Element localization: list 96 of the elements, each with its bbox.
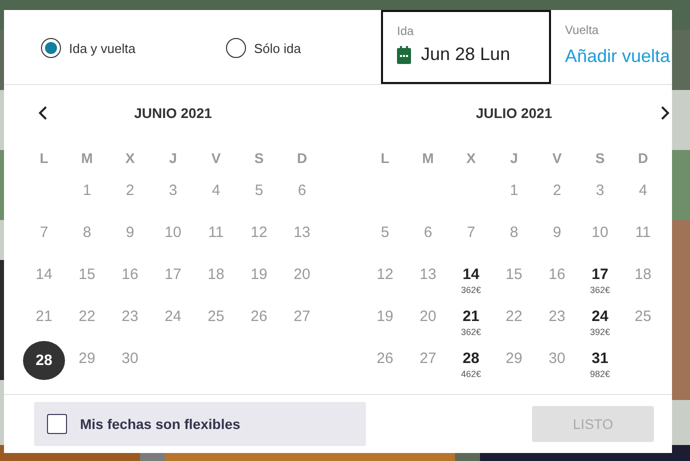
calendar-day: 4 xyxy=(638,181,648,201)
calendar-day: 12 xyxy=(376,265,394,285)
calendar-day: 17 xyxy=(164,265,182,285)
calendar-day[interactable]: 28 xyxy=(462,349,480,369)
radio-button[interactable] xyxy=(41,38,61,58)
calendar-day: 12 xyxy=(250,223,268,243)
weekday-label: J xyxy=(169,149,177,168)
calendar-day: 10 xyxy=(592,223,608,243)
weekday-label: S xyxy=(254,149,264,168)
calendar-day: 26 xyxy=(250,307,268,327)
calendar-day: 3 xyxy=(596,181,604,201)
calendar-day: 6 xyxy=(424,223,432,243)
calendar-day: 8 xyxy=(510,223,518,243)
day-price: 392€ xyxy=(590,327,610,337)
calendar-day: 20 xyxy=(420,307,436,327)
weekday-label: V xyxy=(552,149,562,168)
calendar-day: 8 xyxy=(82,223,92,243)
calendar-day: 19 xyxy=(376,307,394,327)
calendar-day: 19 xyxy=(250,265,268,285)
calendar-day: 9 xyxy=(126,223,134,243)
calendar-day[interactable]: 24 xyxy=(592,307,608,327)
field-label: Vuelta xyxy=(565,23,600,37)
calendar-day: 16 xyxy=(122,265,138,285)
weekday-label: V xyxy=(211,149,221,168)
field-label: Ida xyxy=(397,24,415,38)
departure-date-field[interactable]: Ida Jun 28 Lun xyxy=(381,10,551,84)
calendar-day: 11 xyxy=(208,223,224,243)
calendar-day: 13 xyxy=(420,265,436,285)
calendar-day: 23 xyxy=(548,307,566,327)
calendar-day: 18 xyxy=(208,265,224,285)
calendar-day: 30 xyxy=(122,349,138,369)
month-title: JULIO 2021 xyxy=(476,105,552,121)
calendar-day: 21 xyxy=(36,307,52,327)
calendar-day: 22 xyxy=(78,307,96,327)
calendar-day: 23 xyxy=(122,307,138,327)
calendar-day: 7 xyxy=(40,223,48,243)
calendar-day: 11 xyxy=(635,223,651,243)
calendar-day: 29 xyxy=(78,349,96,369)
calendar-day: 24 xyxy=(164,307,182,327)
calendar-day: 20 xyxy=(294,265,310,285)
month-title: JUNIO 2021 xyxy=(134,105,212,121)
radio-label: Sólo ida xyxy=(254,40,301,56)
checkbox[interactable] xyxy=(47,414,67,434)
radio-label: Ida y vuelta xyxy=(69,40,136,56)
calendar-day[interactable]: 31 xyxy=(592,349,608,369)
calendar-day: 29 xyxy=(506,349,522,369)
calendar-day: 30 xyxy=(548,349,566,369)
day-price: 462€ xyxy=(460,369,482,379)
flexible-dates-option[interactable]: Mis fechas son flexibles xyxy=(34,402,366,446)
calendar-day[interactable]: 17 xyxy=(592,265,608,285)
calendar-day: 15 xyxy=(78,265,96,285)
day-price: 982€ xyxy=(590,369,610,379)
calendar-icon xyxy=(397,46,411,64)
calendar-day: 27 xyxy=(420,349,436,369)
weekday-label: X xyxy=(125,149,135,168)
calendar-day[interactable]: 14 xyxy=(462,265,480,285)
calendar-day: 22 xyxy=(506,307,522,327)
weekday-label: S xyxy=(595,149,605,168)
calendar-day: 15 xyxy=(506,265,522,285)
calendar-day: 5 xyxy=(254,181,264,201)
calendar-day: 2 xyxy=(552,181,562,201)
chevron-right-icon[interactable] xyxy=(660,105,670,121)
calendar-day: 27 xyxy=(294,307,310,327)
calendar-day: 13 xyxy=(294,223,310,243)
calendar-day: 2 xyxy=(126,181,134,201)
calendar-day: 6 xyxy=(298,181,306,201)
calendar-day: 9 xyxy=(552,223,562,243)
day-price: 362€ xyxy=(460,327,482,337)
calendar-day: 4 xyxy=(212,181,220,201)
calendar-day: 26 xyxy=(376,349,394,369)
weekday-label: J xyxy=(510,149,518,168)
chevron-left-icon[interactable] xyxy=(38,105,48,121)
calendar-day: 3 xyxy=(168,181,178,201)
calendar-day: 5 xyxy=(380,223,390,243)
weekday-label: D xyxy=(296,149,308,168)
calendar-day: 1 xyxy=(82,181,92,201)
weekday-label: L xyxy=(40,149,48,168)
weekday-label: M xyxy=(422,149,434,168)
calendar-day: 10 xyxy=(164,223,182,243)
calendar-day: 25 xyxy=(208,307,224,327)
calendar-day: 18 xyxy=(634,265,652,285)
calendar-day[interactable]: 28 xyxy=(23,341,65,380)
day-price: 362€ xyxy=(590,285,610,295)
weekday-label: M xyxy=(81,149,93,168)
calendar-day: 16 xyxy=(548,265,566,285)
weekday-label: D xyxy=(638,149,648,168)
radio-button[interactable] xyxy=(226,38,246,58)
calendar-day: 7 xyxy=(466,223,476,243)
calendar-day: 14 xyxy=(36,265,52,285)
weekday-label: L xyxy=(380,149,390,168)
date-value: Jun 28 Lun xyxy=(421,44,510,65)
calendar-day[interactable]: 21 xyxy=(462,307,480,327)
calendar-day: 1 xyxy=(510,181,518,201)
day-price: 362€ xyxy=(460,285,482,295)
calendar-day: 25 xyxy=(634,307,652,327)
weekday-label: X xyxy=(466,149,476,168)
